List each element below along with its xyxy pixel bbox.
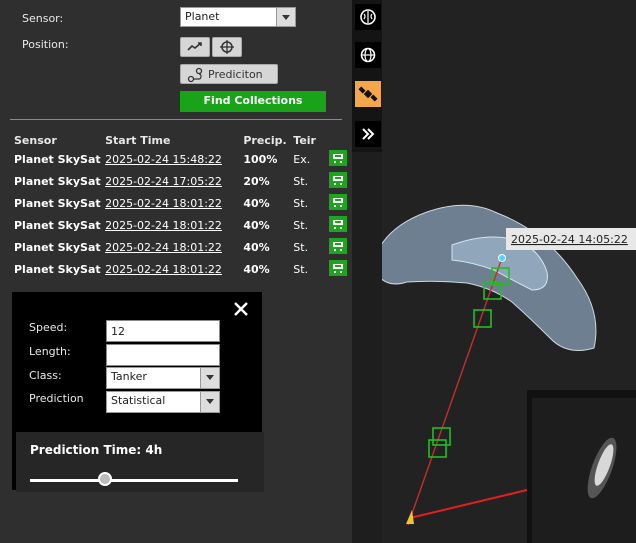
- globe-icon: [360, 47, 376, 63]
- row-sensor: Planet SkySat: [14, 240, 101, 254]
- header-precip: Precip.: [243, 133, 287, 147]
- row-time-link[interactable]: 2025-02-24 18:01:22: [104, 258, 242, 280]
- brain-icon: [360, 9, 376, 25]
- cart-icon[interactable]: [329, 193, 348, 210]
- row-precip: 100%: [243, 152, 278, 166]
- chevron-down-icon: [200, 368, 219, 388]
- map-view[interactable]: 2025-02-24 14:05:22: [382, 0, 636, 543]
- collections-table: Sensor Start Time Precip. Teir Planet Sk…: [13, 132, 352, 280]
- row-time-link[interactable]: 2025-02-24 15:48:22: [104, 148, 242, 170]
- cart-icon[interactable]: [329, 149, 348, 166]
- sensor-select-value: Planet: [185, 10, 220, 23]
- sensor-label: Sensor:: [22, 12, 64, 25]
- prediction-method-select[interactable]: Statistical: [106, 391, 220, 413]
- timestamp-tooltip-text: 2025-02-24 14:05:22: [511, 233, 628, 246]
- row-precip: 40%: [243, 262, 270, 276]
- row-precip: 40%: [243, 240, 270, 254]
- cart-icon[interactable]: [329, 215, 348, 232]
- header-tier: Teir: [293, 133, 316, 147]
- row-time-link[interactable]: 2025-02-24 17:05:22: [104, 170, 242, 192]
- position-label: Position:: [22, 38, 69, 51]
- chevron-down-icon: [276, 8, 295, 26]
- prediction-method-value: Statistical: [111, 394, 166, 407]
- cart-icon[interactable]: [329, 259, 348, 276]
- prediction-time-slider-thumb[interactable]: [97, 472, 112, 486]
- prediction-time-panel: Prediction Time: 4h: [16, 432, 264, 492]
- row-time-link[interactable]: 2025-02-24 18:01:22: [104, 192, 242, 214]
- chevron-down-icon: [200, 392, 219, 412]
- trend-icon: [187, 42, 202, 51]
- table-row[interactable]: Planet SkySat 2025-02-24 18:01:22 40% St…: [13, 192, 352, 214]
- row-time-link[interactable]: 2025-02-24 18:01:22: [104, 236, 242, 258]
- class-select[interactable]: Tanker: [106, 367, 220, 389]
- prediction-time-track: [30, 479, 238, 482]
- prediction-method-label: Prediction: [29, 392, 84, 405]
- toolbar-button-brain[interactable]: [355, 4, 381, 30]
- prediction-button-label: Prediciton: [208, 68, 263, 81]
- class-select-value: Tanker: [111, 370, 147, 383]
- row-tier: St.: [293, 262, 309, 276]
- row-sensor: Planet SkySat: [14, 196, 101, 210]
- crosshair-icon: [220, 40, 234, 54]
- prediction-button[interactable]: Prediciton: [180, 64, 278, 84]
- cart-icon[interactable]: [329, 237, 348, 254]
- class-label: Class:: [29, 369, 62, 382]
- header-sensor: Sensor: [14, 133, 57, 147]
- locate-button[interactable]: [212, 37, 242, 57]
- sensor-select[interactable]: Planet: [180, 7, 296, 27]
- toolbar-button-satellite[interactable]: [355, 81, 381, 107]
- header-start-time: Start Time: [105, 133, 171, 147]
- table-row[interactable]: Planet SkySat 2025-02-24 17:05:22 20% St…: [13, 170, 352, 192]
- row-time-link[interactable]: 2025-02-24 18:01:22: [104, 214, 242, 236]
- row-precip: 40%: [243, 196, 270, 210]
- row-sensor: Planet SkySat: [14, 262, 101, 276]
- row-precip: 20%: [243, 174, 270, 188]
- row-tier: St.: [293, 174, 309, 188]
- row-sensor: Planet SkySat: [14, 218, 101, 232]
- length-label: Length:: [29, 345, 71, 358]
- find-collections-button[interactable]: Find Collections: [180, 91, 326, 112]
- divider: [10, 119, 342, 120]
- row-sensor: Planet SkySat: [14, 174, 101, 188]
- satellite-icon: [358, 86, 378, 102]
- table-row[interactable]: Planet SkySat 2025-02-24 18:01:22 40% St…: [13, 236, 352, 258]
- table-row[interactable]: Planet SkySat 2025-02-24 18:01:22 40% St…: [13, 214, 352, 236]
- route-icon: [187, 67, 203, 83]
- speed-input[interactable]: 12: [106, 320, 220, 342]
- toolbar-button-expand[interactable]: [355, 121, 381, 147]
- toolbar-button-globe[interactable]: [355, 42, 381, 68]
- row-sensor: Planet SkySat: [14, 152, 101, 166]
- row-precip: 40%: [243, 218, 270, 232]
- row-tier: St.: [293, 218, 309, 232]
- chevrons-right-icon: [362, 128, 375, 140]
- table-row[interactable]: Planet SkySat 2025-02-24 15:48:22 100% E…: [13, 148, 352, 170]
- ship-position-dot[interactable]: [498, 254, 506, 262]
- cart-icon[interactable]: [329, 171, 348, 188]
- row-tier: St.: [293, 196, 309, 210]
- speed-label: Speed:: [29, 321, 68, 334]
- trend-button[interactable]: [180, 37, 210, 57]
- speed-value: 12: [111, 325, 125, 338]
- row-tier: Ex.: [293, 152, 311, 166]
- prediction-time-label: Prediction Time: 4h: [30, 443, 163, 457]
- table-row[interactable]: Planet SkySat 2025-02-24 18:01:22 40% St…: [13, 258, 352, 280]
- close-icon[interactable]: [232, 300, 250, 318]
- row-tier: St.: [293, 240, 309, 254]
- length-input[interactable]: [106, 344, 220, 366]
